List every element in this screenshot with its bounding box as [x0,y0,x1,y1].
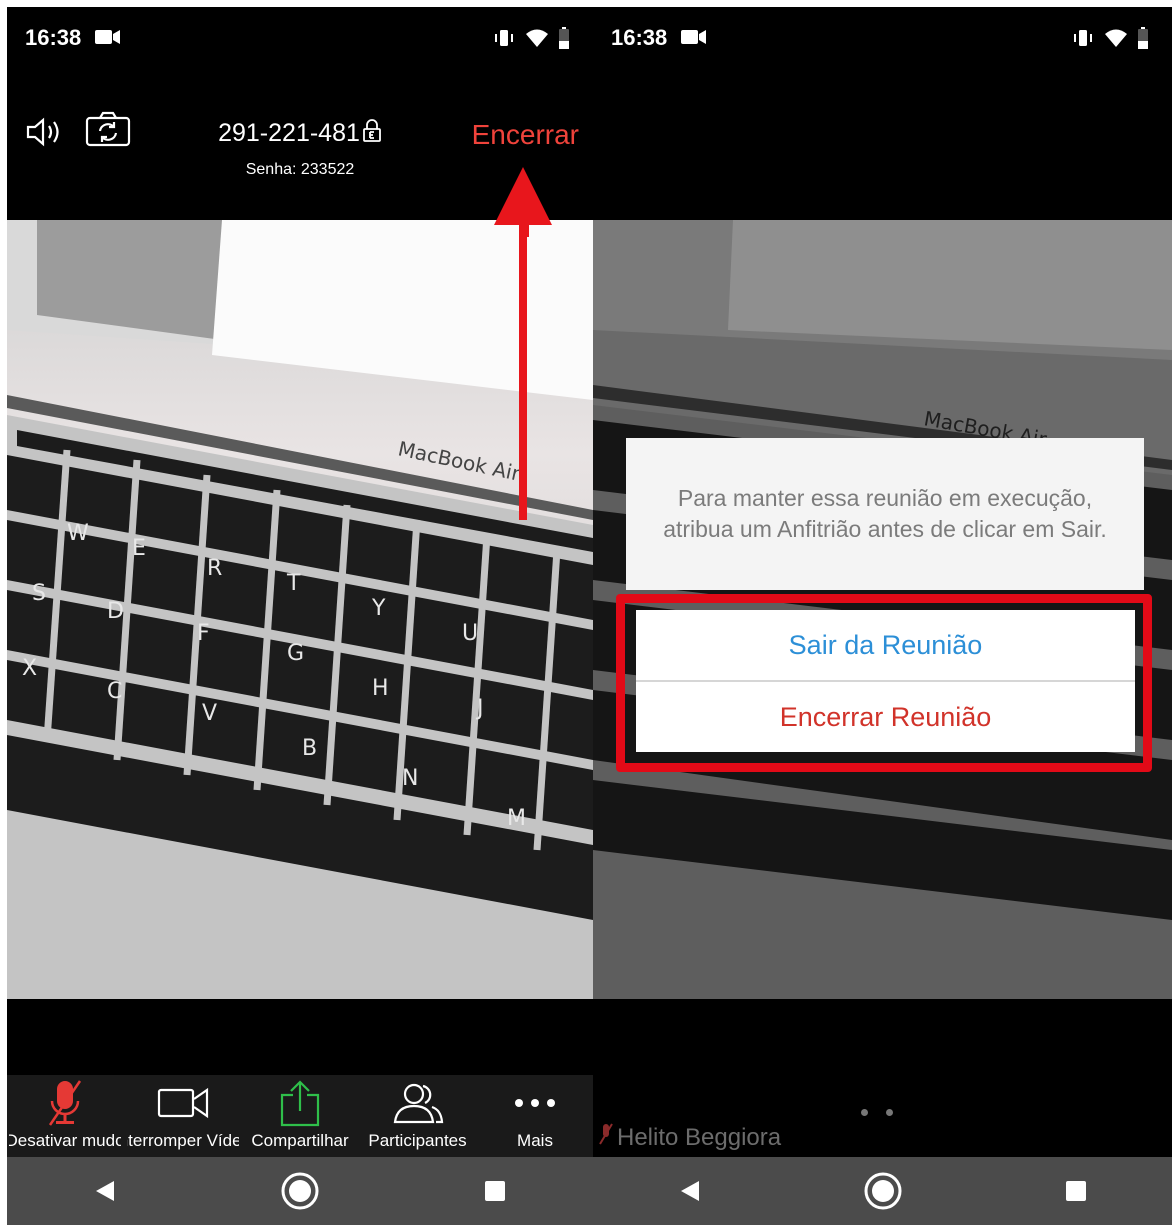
video-feed: WER TYU SDF GHJ XCV BNM MacBook Air [7,220,593,999]
tool-label: Participantes [368,1131,467,1150]
phone-right-screen: 16:38 MacBook Air Para manter essa reuni… [593,7,1172,1225]
participant-name-text: Helito Beggiora [617,1123,782,1151]
leave-meeting-button[interactable]: Sair da Reunião [636,610,1135,680]
camera-indicator-icon [681,29,707,50]
unmute-button[interactable]: Desativar mudo [9,1079,121,1151]
end-meeting-for-all-button[interactable]: Encerrar Reunião [636,682,1135,752]
end-meeting-button[interactable]: Encerrar [472,119,579,151]
status-time: 16:38 [611,25,668,50]
dialog-message: Para manter essa reunião em execução, at… [663,485,1107,542]
participants-icon [392,1079,444,1127]
tool-label: Desativar mudo [9,1131,121,1150]
svg-text:Y: Y [371,596,386,621]
page-dot [861,1109,868,1116]
svg-text:E: E [132,536,146,561]
status-bar: 16:38 [7,7,593,65]
meeting-id-text: 291-221-481 [218,119,360,147]
svg-text:B: B [302,736,317,761]
tool-label: Mais [517,1131,553,1150]
home-icon[interactable] [270,1161,330,1221]
leave-meeting-dialog: Para manter essa reunião em execução, at… [626,438,1144,590]
meeting-toolbar: Desativar mudo Interromper Vídeo Compart… [7,1075,593,1157]
back-icon[interactable] [75,1161,135,1221]
android-nav-bar [593,1157,1172,1225]
battery-icon [1138,27,1148,54]
status-time: 16:38 [25,25,82,50]
svg-text:H: H [372,676,389,701]
svg-text:J: J [475,696,484,721]
svg-text:D: D [107,599,124,624]
more-button[interactable]: Mais [479,1079,591,1151]
svg-text:M: M [507,806,526,831]
mic-muted-icon [599,1122,613,1153]
video-camera-icon [157,1079,209,1127]
status-bar: 16:38 [593,7,1172,65]
vibrate-icon [1072,28,1094,53]
battery-icon [559,27,569,54]
participant-name: Helito Beggiora [599,1122,781,1153]
participants-button[interactable]: Participantes [362,1079,474,1151]
svg-text:V: V [202,701,217,726]
svg-text:N: N [402,766,418,791]
mic-muted-icon [48,1079,82,1127]
dialog-buttons: Sair da Reunião Encerrar Reunião [636,610,1135,752]
tool-label: Interromper Vídeo [127,1131,239,1150]
svg-text:U: U [462,621,478,646]
wifi-icon [525,29,549,52]
page-indicator [861,1109,893,1116]
svg-text:S: S [32,581,46,606]
recents-icon[interactable] [1046,1161,1106,1221]
svg-text:C: C [107,679,122,704]
svg-text:G: G [287,641,304,666]
share-icon [279,1079,321,1127]
back-icon[interactable] [660,1161,720,1221]
vibrate-icon [493,28,515,53]
status-icons [493,27,569,54]
status-icons [1072,27,1148,54]
lock-icon [362,119,382,150]
phone-left-screen: 16:38 291-221-481 Senha: 233522 Encerrar… [7,7,593,1225]
android-nav-bar [7,1157,593,1225]
share-button[interactable]: Compartilhar [244,1079,356,1151]
more-icon [513,1079,557,1127]
home-icon[interactable] [853,1161,913,1221]
wifi-icon [1104,29,1128,52]
camera-indicator-icon [95,29,121,50]
svg-text:R: R [207,556,222,581]
svg-text:F: F [197,621,210,646]
stop-video-button[interactable]: Interromper Vídeo [127,1079,239,1151]
tool-label: Compartilhar [251,1131,349,1150]
recents-icon[interactable] [465,1161,525,1221]
svg-text:X: X [22,656,37,681]
page-dot [886,1109,893,1116]
svg-text:T: T [286,571,301,596]
svg-text:W: W [67,521,89,546]
